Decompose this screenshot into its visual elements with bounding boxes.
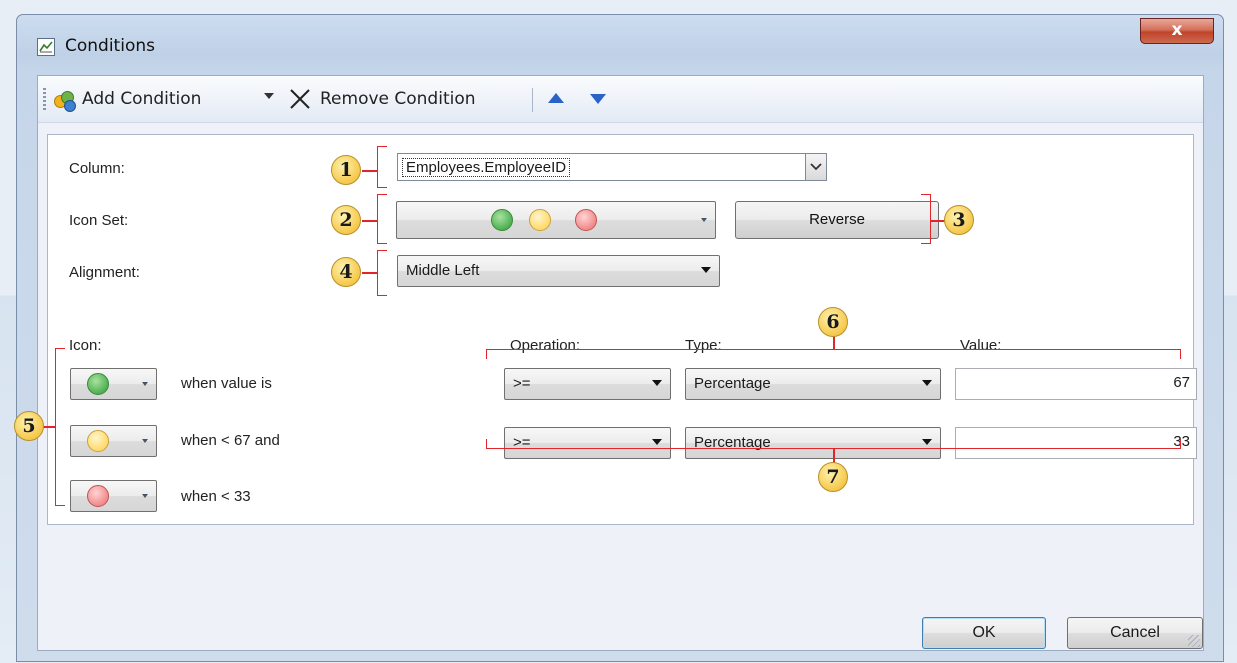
- condition-editor-panel: Column: Employees.EmployeeID Icon Set: R…: [47, 134, 1197, 525]
- callout-6-bracket: [486, 349, 1181, 359]
- icon-header: Icon:: [69, 337, 102, 354]
- row1-type-select[interactable]: Percentage: [685, 368, 941, 400]
- callout-4-bracket: [377, 250, 387, 296]
- callout-6-line: [833, 336, 835, 349]
- icon-set-dropdown-icon: [701, 218, 707, 222]
- add-condition-icon: [52, 88, 76, 112]
- move-down-icon[interactable]: [590, 94, 606, 104]
- green-circle-icon: [87, 373, 109, 395]
- row1-icon-select[interactable]: [70, 368, 157, 400]
- toolbar-separator: [532, 88, 533, 112]
- callout-1: 1: [331, 155, 361, 185]
- callout-1-line: [362, 170, 377, 172]
- row1-condition-text: when value is: [181, 375, 272, 392]
- callout-6: 6: [818, 307, 848, 337]
- callout-5: 5: [14, 411, 44, 441]
- conditions-dialog: Conditions x Add Condition Remove Condit…: [16, 14, 1224, 662]
- red-circle-icon: [87, 485, 109, 507]
- callout-7-bracket: [486, 439, 1181, 449]
- chevron-down-icon: [142, 494, 148, 498]
- ok-button[interactable]: OK: [922, 617, 1046, 649]
- move-up-icon[interactable]: [548, 93, 564, 103]
- column-select[interactable]: Employees.EmployeeID: [397, 153, 827, 181]
- callout-3: 3: [944, 205, 974, 235]
- chevron-down-icon: [922, 380, 932, 386]
- callout-5-bracket: [55, 348, 65, 506]
- callout-7-line: [833, 449, 835, 463]
- callout-2-line: [362, 220, 377, 222]
- chevron-down-icon: [652, 380, 662, 386]
- toolbar: Add Condition Remove Condition: [38, 76, 1203, 123]
- alignment-label: Alignment:: [69, 264, 140, 281]
- row2-condition-text: when < 67 and: [181, 432, 280, 449]
- alignment-value: Middle Left: [406, 262, 480, 279]
- column-dropdown-button[interactable]: [805, 153, 827, 181]
- close-button[interactable]: x: [1140, 18, 1214, 44]
- close-icon: x: [1171, 20, 1183, 40]
- icon-set-select[interactable]: [396, 201, 716, 239]
- resize-grip-icon[interactable]: [1188, 635, 1200, 647]
- chevron-down-icon: [142, 382, 148, 386]
- yellow-circle-icon: [529, 209, 551, 231]
- remove-condition-label: Remove Condition: [320, 89, 476, 109]
- row1-value-input[interactable]: 67: [955, 368, 1197, 400]
- callout-7: 7: [818, 462, 848, 492]
- chevron-down-icon: [810, 163, 822, 171]
- toolbar-grip-icon[interactable]: [43, 88, 46, 112]
- callout-3-bracket: [921, 194, 931, 244]
- add-condition-dropdown-icon[interactable]: [264, 93, 274, 99]
- alignment-dropdown-icon: [701, 267, 711, 273]
- row3-icon-select[interactable]: [70, 480, 157, 512]
- alignment-select[interactable]: Middle Left: [397, 255, 720, 287]
- column-value: Employees.EmployeeID: [402, 158, 571, 177]
- yellow-circle-icon: [87, 430, 109, 452]
- callout-2: 2: [331, 205, 361, 235]
- dialog-icon: [37, 38, 55, 56]
- row2-icon-select[interactable]: [70, 425, 157, 457]
- cancel-button[interactable]: Cancel: [1067, 617, 1203, 649]
- callout-1-bracket: [377, 146, 387, 188]
- dialog-client-area: Add Condition Remove Condition Column: E…: [37, 75, 1204, 651]
- remove-icon: [290, 89, 310, 109]
- green-circle-icon: [491, 209, 513, 231]
- red-circle-icon: [575, 209, 597, 231]
- row1-type-value: Percentage: [694, 375, 771, 392]
- add-condition-label: Add Condition: [82, 89, 202, 109]
- callout-4: 4: [331, 257, 361, 287]
- add-condition-button[interactable]: Add Condition: [52, 85, 201, 113]
- row1-operation-select[interactable]: >=: [504, 368, 671, 400]
- chevron-down-icon: [142, 439, 148, 443]
- row3-condition-text: when < 33: [181, 488, 251, 505]
- remove-condition-button[interactable]: Remove Condition: [288, 85, 476, 113]
- callout-2-bracket: [377, 194, 387, 244]
- title-bar: Conditions x: [17, 15, 1223, 75]
- icon-set-label: Icon Set:: [69, 212, 129, 229]
- reverse-button[interactable]: Reverse: [735, 201, 939, 239]
- callout-4-line: [362, 272, 377, 274]
- column-label: Column:: [69, 160, 125, 177]
- row1-operation-value: >=: [513, 375, 531, 392]
- window-title: Conditions: [65, 36, 155, 56]
- callout-3-line: [931, 220, 945, 222]
